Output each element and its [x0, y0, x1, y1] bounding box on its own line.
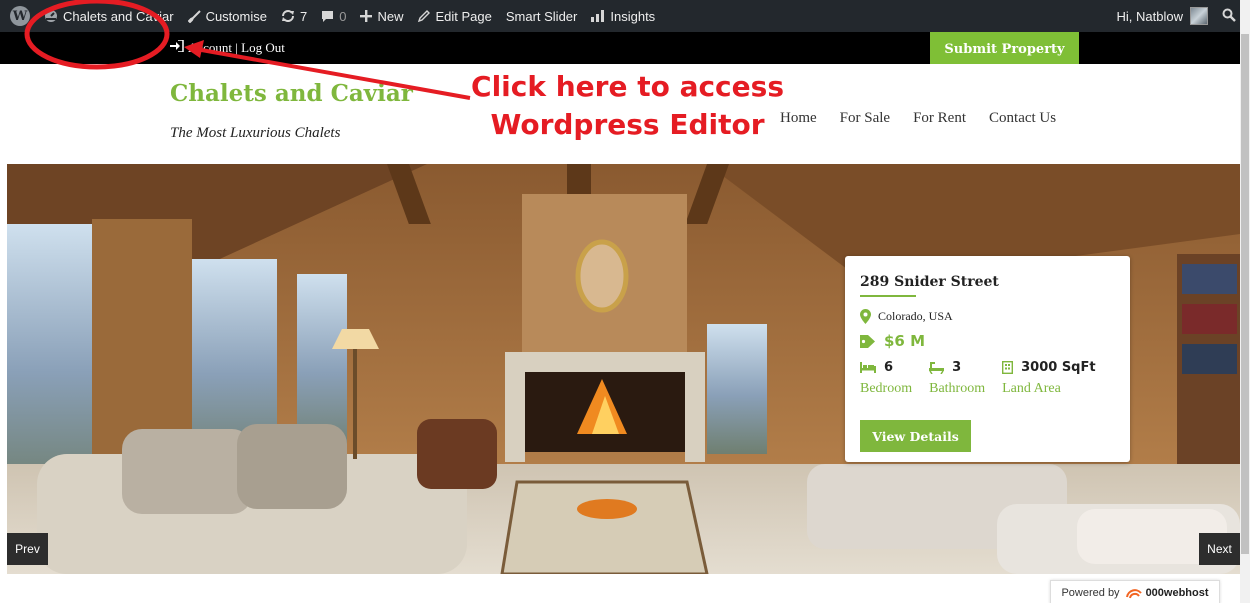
bedroom-count: 6 [884, 360, 894, 375]
nav-for-sale[interactable]: For Sale [840, 110, 890, 127]
property-card: 289 Snider Street Colorado, USA $6 M 6 B… [845, 256, 1130, 462]
scrollbar-thumb[interactable] [1241, 34, 1249, 554]
account-bar: Account | Log Out Submit Property [0, 32, 1250, 64]
feature-bedrooms: 6 Bedroom [860, 360, 912, 397]
account-logout-link[interactable]: Account | Log Out [188, 40, 285, 56]
account-links[interactable]: Account | Log Out [170, 32, 285, 64]
view-details-button[interactable]: View Details [860, 420, 971, 452]
property-location: Colorado, USA [860, 309, 1115, 324]
bedroom-label: Bedroom [860, 381, 913, 396]
map-pin-icon [860, 309, 871, 324]
comment-icon [321, 10, 334, 23]
avatar [1190, 7, 1208, 25]
land-area-value: 3000 SqFt [1021, 360, 1096, 375]
brush-icon [187, 9, 201, 23]
bathtub-icon [929, 361, 945, 374]
title-underline [860, 295, 916, 297]
annotation-line-2: Wordpress Editor [490, 108, 765, 141]
edit-page-menu[interactable]: Edit Page [410, 0, 498, 32]
search-icon [1222, 8, 1236, 25]
updates-icon [281, 9, 295, 23]
site-title[interactable]: Chalets and Caviar [170, 80, 413, 107]
insights-label: Insights [610, 8, 656, 24]
customise-label: Customise [205, 8, 267, 24]
edit-page-label: Edit Page [435, 8, 492, 24]
bed-icon [860, 362, 876, 373]
price-tag-icon [860, 334, 875, 348]
pencil-icon [417, 9, 431, 23]
smart-slider-menu[interactable]: Smart Slider [499, 0, 585, 32]
location-text: Colorado, USA [878, 309, 953, 323]
powered-by-badge[interactable]: Powered by 000webhost [1050, 580, 1220, 603]
customise-menu[interactable]: Customise [181, 0, 274, 32]
wp-admin-bar: W Chalets and Caviar Customise 7 0 New E… [0, 0, 1250, 32]
webhost-logo-icon [1125, 587, 1143, 599]
nav-for-rent[interactable]: For Rent [913, 110, 966, 127]
property-features: 6 Bedroom 3 Bathroom 3000 SqFt Land Area [860, 360, 1115, 397]
property-title[interactable]: 289 Snider Street [860, 274, 1115, 290]
site-name-menu[interactable]: Chalets and Caviar [37, 0, 181, 32]
nav-contact-us[interactable]: Contact Us [989, 110, 1056, 127]
site-name-label: Chalets and Caviar [63, 8, 174, 24]
building-icon [1002, 361, 1014, 374]
bar-chart-icon [591, 10, 605, 22]
feature-land-area: 3000 SqFt Land Area [1002, 360, 1096, 397]
plus-icon [360, 10, 373, 22]
greeting-label: Hi, Natblow [1116, 8, 1183, 24]
new-content-menu[interactable]: New [353, 0, 410, 32]
site-tagline: The Most Luxurious Chalets [170, 125, 341, 141]
annotation-line-1: Click here to access [471, 70, 784, 103]
bathroom-label: Bathroom [929, 381, 986, 396]
smart-slider-label: Smart Slider [505, 8, 578, 24]
comments-menu[interactable]: 0 [314, 0, 353, 32]
host-brand-label: 000webhost [1145, 586, 1209, 599]
wordpress-icon: W [10, 6, 30, 26]
dashboard-icon [44, 9, 58, 23]
wp-logo-menu[interactable]: W [0, 0, 37, 32]
new-label: New [377, 8, 404, 24]
slider-next-button[interactable]: Next [1199, 533, 1240, 565]
comments-count: 0 [339, 8, 347, 24]
sign-in-icon [170, 39, 184, 56]
slider-prev-button[interactable]: Prev [7, 533, 48, 565]
powered-by-label: Powered by [1061, 586, 1120, 599]
updates-menu[interactable]: 7 [274, 0, 314, 32]
main-navigation: Home For Sale For Rent Contact Us [780, 110, 1056, 127]
admin-bar-secondary: Hi, Natblow [1110, 0, 1250, 32]
bathroom-count: 3 [952, 360, 962, 375]
feature-bathrooms: 3 Bathroom [929, 360, 985, 397]
my-account-menu[interactable]: Hi, Natblow [1110, 0, 1215, 32]
land-area-label: Land Area [1002, 381, 1061, 396]
updates-count: 7 [299, 8, 308, 24]
submit-property-button[interactable]: Submit Property [930, 32, 1079, 64]
insights-menu[interactable]: Insights [584, 0, 662, 32]
property-price: $6 M [860, 332, 1115, 350]
annotation-callout: Click here to access Wordpress Editor [455, 68, 800, 144]
price-text: $6 M [884, 332, 926, 350]
